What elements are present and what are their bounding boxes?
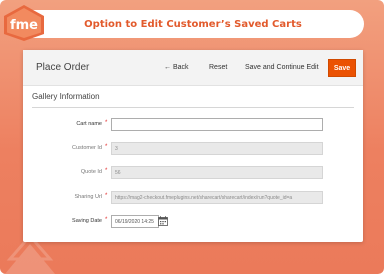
cart-name-row: Cart name *	[23, 118, 363, 132]
page-actions-toolbar: Place Order ← Back Reset Save and Contin…	[23, 50, 363, 86]
saving-date-label: Saving Date	[72, 218, 102, 224]
banner-title: Option to Edit Customer’s Saved Carts	[84, 18, 302, 30]
feature-banner: Option to Edit Customer’s Saved Carts	[8, 10, 364, 38]
sharing-url-row: Sharing Url * https://mag2-checkout.fmep…	[23, 191, 363, 205]
svg-text:fme: fme	[10, 18, 38, 33]
save-button[interactable]: Save	[328, 59, 356, 77]
quote-id-input: 56	[111, 166, 323, 179]
back-button[interactable]: ← Back	[164, 64, 189, 71]
required-marker: *	[105, 144, 108, 150]
quote-id-label: Quote Id	[80, 169, 102, 175]
required-marker: *	[105, 217, 108, 223]
saving-date-row: Saving Date * 06/19/2020 14:25	[23, 215, 363, 229]
calendar-icon[interactable]	[158, 216, 168, 226]
saving-date-input[interactable]: 06/19/2020 14:25	[111, 215, 159, 228]
section-divider	[32, 107, 354, 108]
page-title: Place Order	[36, 62, 90, 73]
cart-name-label: Cart name	[76, 121, 102, 127]
save-and-continue-button[interactable]: Save and Continue Edit	[245, 64, 319, 71]
customer-id-input: 3	[111, 142, 323, 155]
sharing-url-label: Sharing Url	[74, 194, 102, 200]
cart-name-input[interactable]	[111, 118, 323, 131]
customer-id-label: Customer Id	[72, 145, 102, 151]
edit-cart-card: Place Order ← Back Reset Save and Contin…	[23, 50, 363, 242]
required-marker: *	[105, 120, 108, 126]
sharing-url-input: https://mag2-checkout.fmeplugins.net/sha…	[111, 191, 323, 204]
section-title: Gallery Information	[32, 92, 100, 101]
required-marker: *	[105, 193, 108, 199]
required-marker: *	[105, 168, 108, 174]
customer-id-row: Customer Id * 3	[23, 142, 363, 156]
quote-id-row: Quote Id * 56	[23, 166, 363, 180]
reset-button[interactable]: Reset	[209, 64, 227, 71]
fme-logo-icon: fme	[4, 5, 44, 41]
